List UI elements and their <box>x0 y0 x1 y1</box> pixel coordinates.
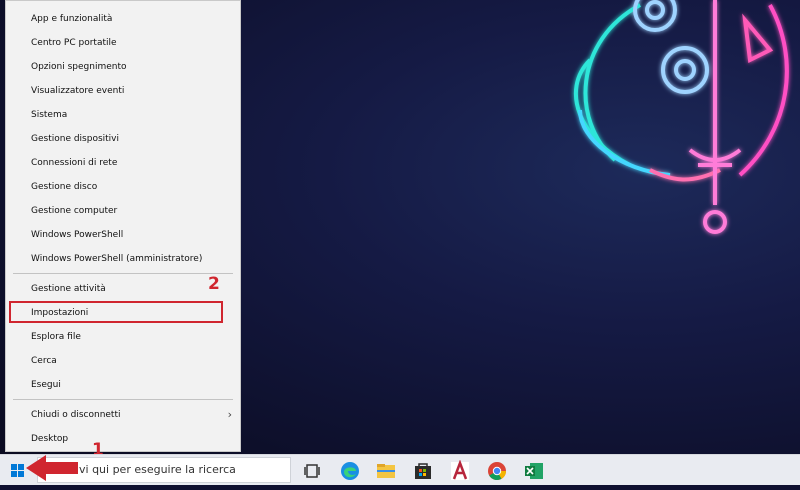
menu-item-disk-management[interactable]: Gestione disco <box>6 175 240 199</box>
red-arrow-icon <box>26 455 78 481</box>
menu-item-powershell[interactable]: Windows PowerShell <box>6 223 240 247</box>
menu-item-system[interactable]: Sistema <box>6 103 240 127</box>
store-icon[interactable] <box>412 460 434 482</box>
chevron-right-icon: › <box>227 408 232 421</box>
menu-item-desktop[interactable]: Desktop <box>6 427 240 451</box>
settings-highlight-box <box>9 301 223 323</box>
menu-item-mobility-center[interactable]: Centro PC portatile <box>6 31 240 55</box>
menu-item-search[interactable]: Cerca <box>6 349 240 373</box>
access-icon[interactable] <box>449 460 471 482</box>
menu-item-task-manager[interactable]: Gestione attività <box>6 277 240 301</box>
menu-item-apps-features[interactable]: App e funzionalità <box>6 7 240 31</box>
menu-item-power-options[interactable]: Opzioni spegnimento <box>6 55 240 79</box>
file-explorer-icon[interactable] <box>375 460 397 482</box>
menu-item-shutdown-signout[interactable]: Chiudi o disconnetti › <box>6 403 240 427</box>
menu-item-network-connections[interactable]: Connessioni di rete <box>6 151 240 175</box>
menu-separator <box>13 399 233 400</box>
menu-item-shutdown-label: Chiudi o disconnetti <box>31 410 121 420</box>
menu-item-powershell-admin[interactable]: Windows PowerShell (amministratore) <box>6 247 240 271</box>
menu-item-computer-management[interactable]: Gestione computer <box>6 199 240 223</box>
chrome-icon[interactable] <box>486 460 508 482</box>
step-number-2: 2 <box>208 274 220 294</box>
edge-icon[interactable] <box>339 460 361 482</box>
menu-item-event-viewer[interactable]: Visualizzatore eventi <box>6 79 240 103</box>
task-view-icon[interactable] <box>302 460 324 482</box>
taskbar: vi qui per eseguire la ricerca <box>0 454 800 485</box>
menu-item-run[interactable]: Esegui <box>6 373 240 397</box>
excel-icon[interactable] <box>523 460 545 482</box>
wallpaper-emblem-icon <box>573 0 789 234</box>
search-placeholder-text: vi qui per eseguire la ricerca <box>79 463 236 476</box>
menu-item-file-explorer[interactable]: Esplora file <box>6 325 240 349</box>
winx-context-menu: App e funzionalità Centro PC portatile O… <box>5 0 241 452</box>
menu-separator <box>13 273 233 274</box>
menu-item-device-manager[interactable]: Gestione dispositivi <box>6 127 240 151</box>
